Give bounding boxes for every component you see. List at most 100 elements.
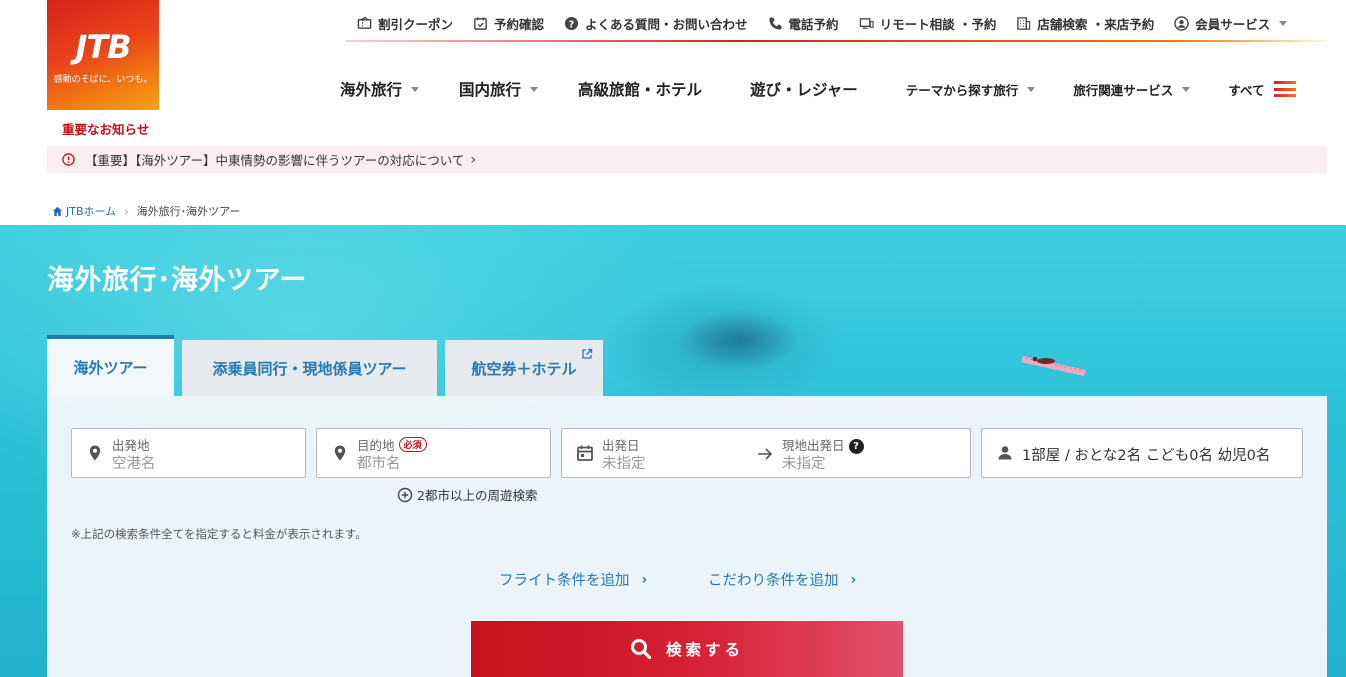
map-pin-icon [334,445,346,461]
breadcrumb-home[interactable]: JTBホーム [52,203,116,219]
destination-placeholder: 都市名 [357,456,401,472]
page-title: 海外旅行･海外ツアー [47,265,307,296]
alert-icon [62,153,75,166]
main-nav: 海外旅行 国内旅行 高級旅館・ホテル 遊び・レジャー テーマから探す旅行 旅行関… [340,74,1297,104]
tab-overseas-tour[interactable]: 海外ツアー [47,335,174,396]
util-remote[interactable]: リモート相談 ・予約 [859,14,997,33]
local-depart-placeholder: 未指定 [782,456,826,472]
breadcrumb-separator: › [124,204,129,218]
building-icon [1017,16,1031,30]
nav-label: テーマから探す旅行 [905,82,1019,98]
arrow-right-icon [758,448,773,460]
local-depart-label-text: 現地出発日 [782,438,845,453]
multi-city-link[interactable]: 2都市以上の周遊検索 [397,485,537,504]
travelers-summary: 1部屋 / おとな2名 こども0名 幼児0名 [1022,444,1270,465]
origin-field[interactable]: 出発地 空港名 [71,428,306,478]
header-divider [345,40,1327,42]
util-reservation[interactable]: 予約確認 [473,14,544,33]
jtb-logo[interactable]: JTB 感動のそばに、いつも。 [47,0,159,110]
pax-children: こども0名 [1145,448,1213,464]
add-preference-conditions-link[interactable]: こだわり条件を追加 › [708,569,856,590]
util-label: 会員サービス [1195,16,1271,32]
breadcrumb: JTBホーム › 海外旅行･海外ツアー [52,203,240,219]
nav-label: すべて [1228,82,1265,98]
tab-label: 航空券＋ホテル [471,359,577,378]
util-store[interactable]: 店舗検索 ・来店予約 [1016,14,1154,33]
chevron-down-icon [1182,86,1191,92]
util-label: よくある質問・お問い合わせ [585,16,748,32]
svg-text:?: ? [569,19,574,30]
chevron-right-icon: › [850,571,857,588]
pax-room: 1部屋 [1022,448,1061,464]
util-label: リモート相談 ・予約 [879,16,997,32]
user-circle-icon [1174,15,1190,31]
nav-luxury[interactable]: 高級旅館・ホテル [578,78,702,100]
nav-label: 旅行関連サービス [1073,82,1174,98]
tab-flight-hotel[interactable]: 航空券＋ホテル [445,340,603,396]
util-label: 割引クーポン [378,16,454,32]
nav-label: 国内旅行 [459,81,522,99]
important-notice[interactable]: 【重要】【海外ツアー】中東情勢の影響に伴うツアーの対応について › [47,146,1327,173]
tab-escorted-tour[interactable]: 添乗員同行・現地係員ツアー [182,340,437,396]
breadcrumb-current: 海外旅行･海外ツアー [136,205,241,218]
util-coupon[interactable]: 割引クーポン [357,14,453,33]
logo-tagline: 感動のそばに、いつも。 [53,75,153,85]
home-icon [52,206,63,216]
nav-services[interactable]: 旅行関連サービス [1073,80,1191,99]
map-pin-icon [89,445,101,461]
breadcrumb-home-label: JTBホーム [66,205,117,218]
nav-domestic[interactable]: 国内旅行 [459,78,539,100]
notice-title: 重要なお知らせ [62,122,150,137]
monitor-icon [859,17,874,29]
search-button[interactable]: 検索する [471,621,903,677]
pax-separator: / [1064,448,1070,464]
calendar-check-icon [474,16,487,30]
add-pref-label: こだわり条件を追加 [708,573,839,589]
pax-adults: おとな2名 [1074,448,1142,464]
nav-label: 高級旅館・ホテル [578,81,703,99]
chevron-down-icon [1027,86,1036,92]
nav-label: 遊び・レジャー [750,81,858,99]
search-icon [630,639,652,660]
phone-icon [768,16,782,30]
multi-city-label: 2都市以上の周遊検索 [417,488,538,503]
nav-theme[interactable]: テーマから探す旅行 [906,80,1036,99]
util-phone[interactable]: 電話予約 [768,14,839,33]
external-link-icon [582,348,593,359]
util-faq[interactable]: ? よくある質問・お問い合わせ [564,14,748,33]
chevron-right-icon: › [641,571,648,588]
nav-overseas[interactable]: 海外旅行 [340,78,420,100]
coupon-icon [357,16,372,29]
add-flight-conditions-link[interactable]: フライト条件を追加 › [499,569,647,590]
chevron-down-icon [411,86,420,92]
question-icon: ? [564,16,579,30]
notice-text: 【重要】【海外ツアー】中東情勢の影響に伴うツアーの対応について [85,153,465,168]
util-label: 予約確認 [494,16,545,32]
nav-label: 海外旅行 [340,81,403,99]
destination-field[interactable]: 目的地 必須 都市名 [316,428,551,478]
hamburger-menu-icon [1274,81,1297,97]
calendar-icon [577,445,593,461]
chevron-down-icon [530,86,539,92]
util-label: 店舗検索 ・来店予約 [1037,16,1155,32]
person-icon [998,446,1012,460]
help-icon[interactable]: ? [848,439,864,454]
logo-mark: JTB [75,28,131,66]
add-flight-label: フライト条件を追加 [499,573,630,589]
chevron-right-icon: › [470,151,476,168]
plus-circle-icon [397,487,413,502]
pax-infants: 幼児0名 [1217,448,1271,464]
chevron-down-icon [1279,20,1288,26]
tab-label: 添乗員同行・現地係員ツアー [212,359,407,378]
origin-placeholder: 空港名 [112,456,156,472]
swimmer-float-image [1021,356,1086,376]
date-field[interactable]: 出発日 未指定 現地出発日? 未指定 [561,428,971,478]
utility-nav: 割引クーポン 予約確認 ? よくある質問・お問い合わせ 電話予約 リモート相談 … [357,12,1307,34]
search-button-label: 検索する [665,641,744,659]
util-member[interactable]: 会員サービス [1174,14,1288,33]
travelers-field[interactable]: 1部屋 / おとな2名 こども0名 幼児0名 [981,428,1303,478]
destination-label-text: 目的地 [357,438,395,453]
nav-leisure[interactable]: 遊び・レジャー [750,78,858,100]
nav-all[interactable]: すべて [1228,80,1297,99]
util-label: 電話予約 [788,16,839,32]
